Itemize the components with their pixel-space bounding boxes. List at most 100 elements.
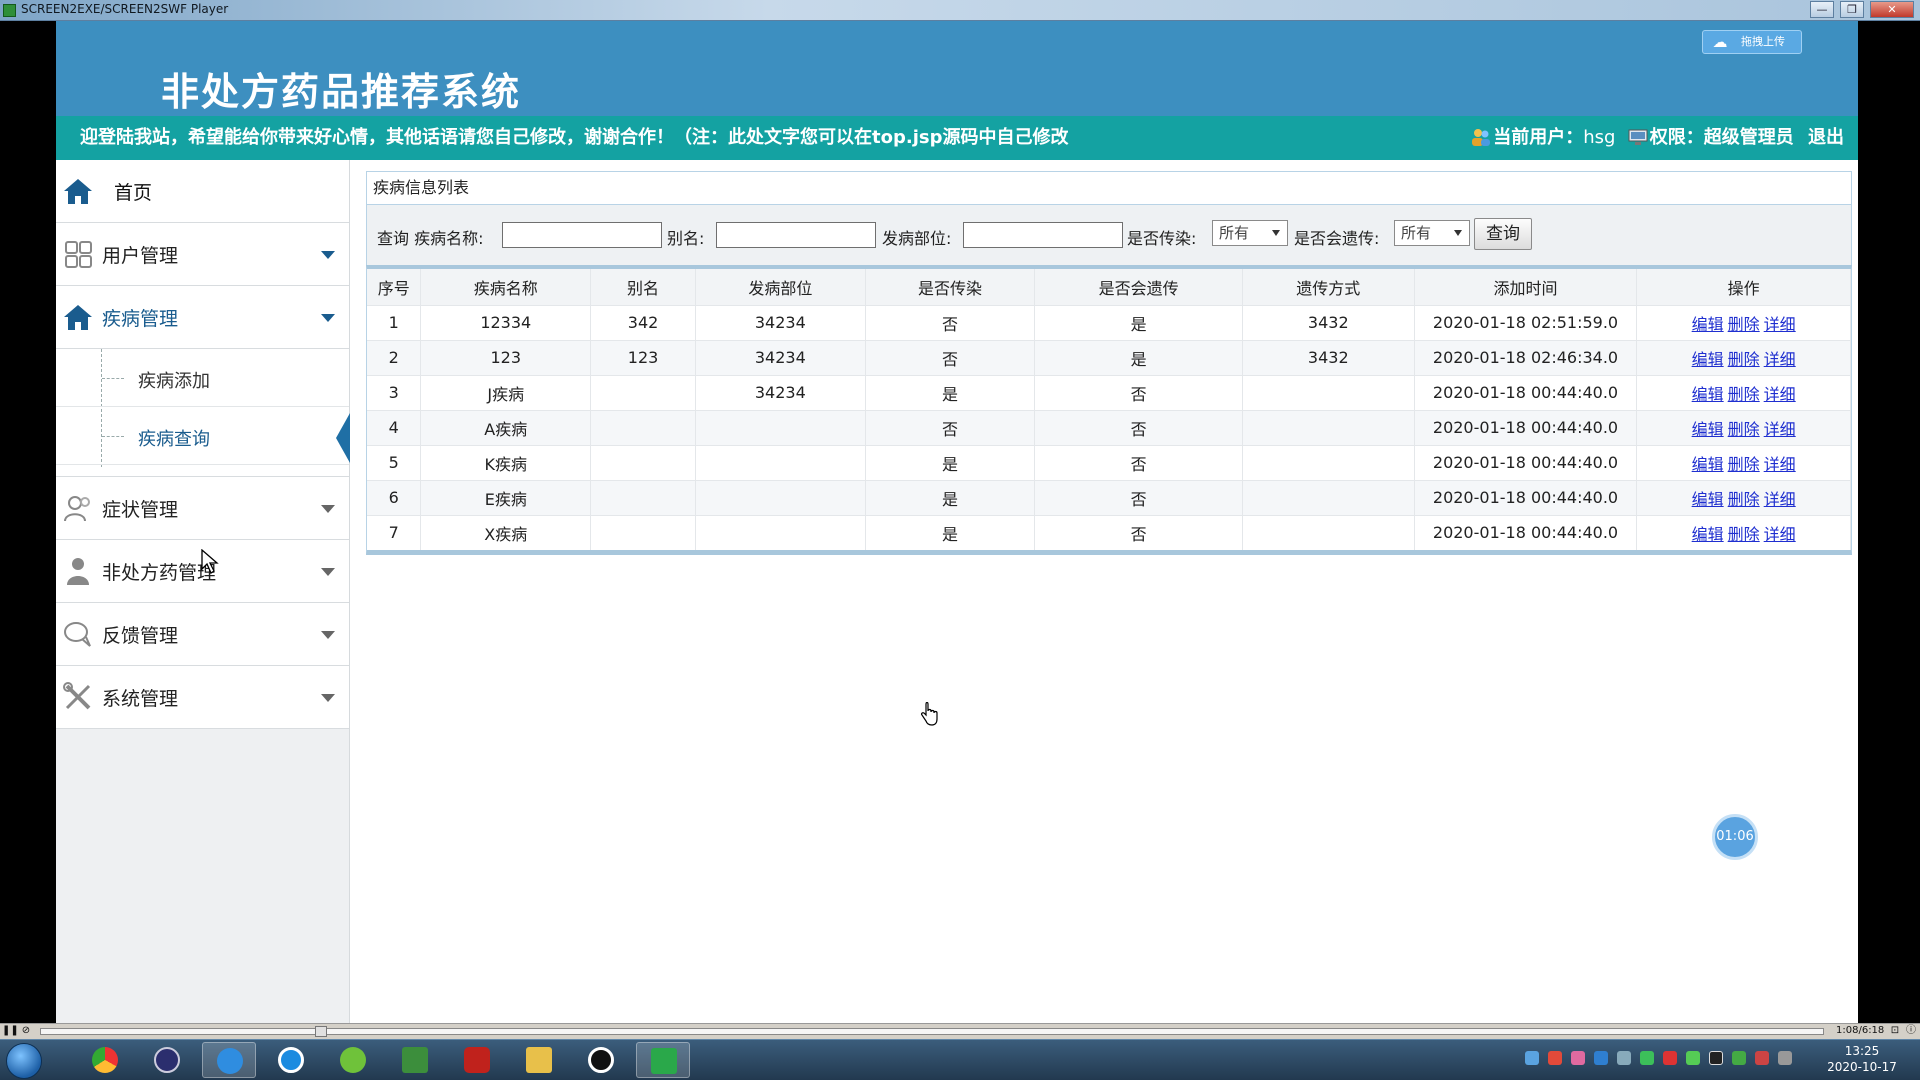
edit-link[interactable]: 编辑 [1692,490,1724,509]
table-cell [695,409,866,445]
sidebar-item-symptom-management[interactable]: 症状管理 [56,477,349,540]
sidebar-item-disease-management[interactable]: 疾病管理 [56,286,349,349]
close-button[interactable]: ✕ [1870,1,1914,18]
disease-name-input[interactable] [502,222,662,248]
taskbar-player-icon[interactable] [636,1042,690,1078]
site-input[interactable] [963,222,1123,248]
table-row: 1 12334 342 34234 否是 3432 2020-01-18 02:51:59.… [367,304,1851,340]
tray-icon[interactable] [1571,1051,1585,1065]
alias-label: 别名: [667,229,705,248]
taskbar-editor-icon[interactable] [388,1042,442,1078]
delete-link[interactable]: 删除 [1728,350,1760,369]
detail-link[interactable]: 详细 [1764,315,1796,334]
edit-link[interactable]: 编辑 [1692,315,1724,334]
table-header-row: 序号 疾病名称 别名 发病部位 是否传染 是否会遗传 遗传方式 添加时间 操作 [367,269,1851,305]
fullscreen-icon[interactable]: ⊡ [1888,1025,1902,1038]
panel-title: 疾病信息列表 [366,171,1852,205]
network-icon[interactable] [1778,1051,1792,1065]
query-button[interactable]: 查询 [1474,218,1532,250]
table-cell: 否 [865,339,1036,375]
tray-icon[interactable] [1617,1051,1631,1065]
detail-link[interactable]: 详细 [1764,385,1796,404]
taskbar-chrome-icon[interactable] [78,1042,132,1078]
delete-link[interactable]: 删除 [1728,420,1760,439]
edit-link[interactable]: 编辑 [1692,385,1724,404]
tree-dash [102,436,124,437]
submenu-item-disease-add[interactable]: 疾病添加 [56,349,349,407]
sidebar-item-label: 非处方药管理 [102,562,217,584]
tray-icon[interactable] [1594,1051,1608,1065]
tray-icon[interactable] [1663,1051,1677,1065]
site-banner: 非处方药品推荐系统 ☁ 拖拽上传 [56,21,1858,116]
house-icon [64,305,92,330]
table-cell: 3432 [1242,304,1415,340]
stop-icon[interactable]: ⊘ [19,1025,33,1038]
minimize-button[interactable]: — [1810,1,1834,18]
delete-link[interactable]: 删除 [1728,525,1760,544]
delete-link[interactable]: 删除 [1728,315,1760,334]
sidebar-item-home[interactable]: 首页 [56,160,349,223]
taskbar-leaf-icon[interactable] [326,1042,380,1078]
tray-icon[interactable] [1732,1051,1746,1065]
users-icon [1472,129,1491,146]
tray-icon[interactable] [1709,1051,1723,1065]
taskbar-folder-icon[interactable] [512,1042,566,1078]
contagious-select[interactable]: 所有 [1212,220,1288,246]
hereditary-select[interactable]: 所有 [1394,220,1470,246]
sidebar-item-feedback-management[interactable]: 反馈管理 [56,603,349,666]
site-title: 非处方药品推荐系统 [161,69,522,114]
tray-icon[interactable] [1686,1051,1700,1065]
table-row: 4 A疾病否否 2020-01-18 00:44:40.0 编辑 删除 详细 [367,409,1851,445]
table-row: 2 123 123 34234 否是 3432 2020-01-18 02:46:34.0 编… [367,339,1851,375]
col-header: 序号 [367,269,422,305]
edit-link[interactable]: 编辑 [1692,455,1724,474]
table-cell: 123 [590,339,696,375]
table-cell [590,514,696,550]
tray-icon[interactable] [1525,1051,1539,1065]
notice-marquee: 迎登陆我站，希望能给你带来好心情，其他话语请您自己修改，谢谢合作！（注：此处文字… [80,127,1069,148]
taskbar-browser-icon[interactable] [264,1042,318,1078]
alias-input[interactable] [716,222,876,248]
edit-link[interactable]: 编辑 [1692,420,1724,439]
table-cell [695,444,866,480]
detail-link[interactable]: 详细 [1764,420,1796,439]
detail-link[interactable]: 详细 [1764,350,1796,369]
logout-link[interactable]: 退出 [1808,127,1844,148]
taskbar-cloud-icon[interactable] [202,1042,256,1078]
volume-icon[interactable] [1755,1051,1769,1065]
disease-table: 序号 疾病名称 别名 发病部位 是否传染 是否会遗传 遗传方式 添加时间 操作 … [367,269,1851,550]
taskbar-clock[interactable]: 13:25 2020-10-17 [1822,1043,1902,1075]
playback-progress-knob[interactable] [315,1026,328,1037]
tray-icon[interactable] [1548,1051,1562,1065]
detail-link[interactable]: 详细 [1764,490,1796,509]
start-button-icon[interactable] [6,1043,42,1079]
restore-button[interactable]: ❐ [1840,1,1864,18]
taskbar-flash-icon[interactable] [450,1042,504,1078]
delete-link[interactable]: 删除 [1728,490,1760,509]
info-icon[interactable]: ⓘ [1904,1025,1918,1038]
tray-icon[interactable] [1640,1051,1654,1065]
detail-link[interactable]: 详细 [1764,525,1796,544]
role-label: 权限： [1649,127,1704,148]
pause-icon[interactable]: ❚❚ [2,1025,19,1038]
taskbar-qq-icon[interactable] [574,1042,628,1078]
delete-link[interactable]: 删除 [1728,455,1760,474]
taskbar-app-icon[interactable] [140,1042,194,1078]
edit-link[interactable]: 编辑 [1692,350,1724,369]
playback-progress-track[interactable] [40,1026,1824,1037]
table-row: 7 X疾病是否 2020-01-18 00:44:40.0 编辑 删除 详细 [367,514,1851,550]
upload-button[interactable]: ☁ 拖拽上传 [1702,30,1802,54]
sidebar-item-user-management[interactable]: 用户管理 [56,223,349,286]
submenu-item-disease-query[interactable]: 疾病查询 [56,407,350,465]
recording-timer[interactable]: 01:06 [1712,814,1758,860]
disease-submenu: 疾病添加 疾病查询 [56,349,350,477]
user-info: 当前用户：hsg 权限：超级管理员 退出 [1471,116,1844,160]
table-cell: 否 [1034,444,1243,480]
sidebar-item-system-management[interactable]: 系统管理 [56,666,349,729]
detail-link[interactable]: 详细 [1764,455,1796,474]
app-viewport: 非处方药品推荐系统 ☁ 拖拽上传 迎登陆我站，希望能给你带来好心情，其他话语请您… [56,21,1858,1023]
edit-link[interactable]: 编辑 [1692,525,1724,544]
contagious-select-value: 所有 [1219,224,1250,242]
delete-link[interactable]: 删除 [1728,385,1760,404]
upload-button-label: 拖拽上传 [1741,35,1785,48]
